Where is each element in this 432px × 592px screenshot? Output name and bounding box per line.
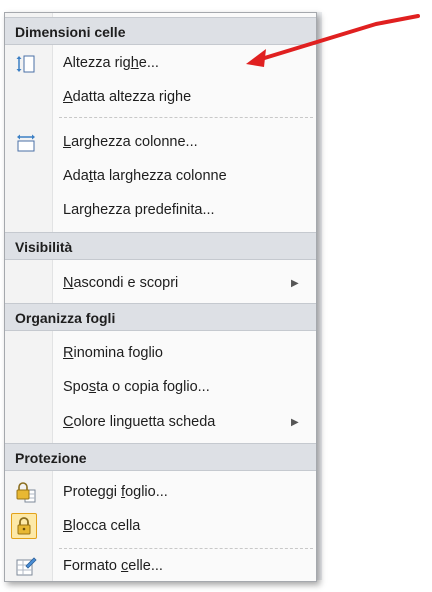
menu-item-rinomina-foglio[interactable]: Rinomina foglio (5, 337, 316, 370)
menu-item-label: Proteggi foglio... (63, 484, 168, 500)
section-header-dimensioni-celle: Dimensioni celle (5, 17, 316, 45)
menu-item-adatta-larghezza-colonne[interactable]: Adatta larghezza colonne (5, 160, 316, 193)
column-width-icon (15, 132, 37, 154)
menu-item-label: Formato celle... (63, 558, 163, 574)
menu-item-label: Adatta larghezza colonne (63, 168, 227, 184)
menu-item-label: Rinomina foglio (63, 345, 163, 361)
menu-item-label: Sposta o copia foglio... (63, 379, 210, 395)
submenu-arrow-icon: ▶ (291, 278, 299, 289)
protect-sheet-icon (15, 482, 37, 504)
menu-item-formato-celle[interactable]: Formato celle... (5, 550, 316, 583)
menu-item-label: Adatta altezza righe (63, 89, 192, 105)
menu-item-larghezza-colonne[interactable]: Larghezza colonne... (5, 126, 316, 159)
menu-item-adatta-altezza-righe[interactable]: Adatta altezza righe (5, 81, 316, 114)
format-cells-icon (15, 556, 37, 578)
menu-item-larghezza-predefinita[interactable]: Larghezza predefinita... (5, 194, 316, 227)
menu-item-altezza-righe[interactable]: Altezza righe... (5, 47, 316, 80)
submenu-arrow-icon: ▶ (291, 417, 299, 428)
menu-item-label: Larghezza predefinita... (63, 202, 215, 218)
menu-separator (59, 548, 313, 549)
section-header-organizza-fogli: Organizza fogli (5, 303, 316, 331)
section-header-visibilita: Visibilità (5, 232, 316, 260)
menu-separator (59, 117, 313, 118)
format-context-menu: Dimensioni celle Altezza righe... Adatta… (4, 12, 317, 582)
menu-item-label: Colore linguetta scheda (63, 414, 216, 430)
menu-item-label: Nascondi e scopri (63, 275, 179, 291)
menu-item-nascondi-e-scopri[interactable]: Nascondi e scopri ▶ (5, 267, 316, 300)
row-height-icon (15, 53, 37, 75)
section-header-protezione: Protezione (5, 443, 316, 471)
menu-item-blocca-cella[interactable]: Blocca cella (5, 510, 316, 543)
menu-item-proteggi-foglio[interactable]: Proteggi foglio... (5, 476, 316, 509)
menu-item-label: Altezza righe... (63, 55, 159, 71)
menu-item-sposta-o-copia-foglio[interactable]: Sposta o copia foglio... (5, 371, 316, 404)
menu-item-label: Blocca cella (63, 518, 141, 534)
menu-item-colore-linguetta-scheda[interactable]: Colore linguetta scheda ▶ (5, 406, 316, 439)
lock-cell-icon (11, 513, 37, 539)
menu-item-label: Larghezza colonne... (63, 134, 198, 150)
